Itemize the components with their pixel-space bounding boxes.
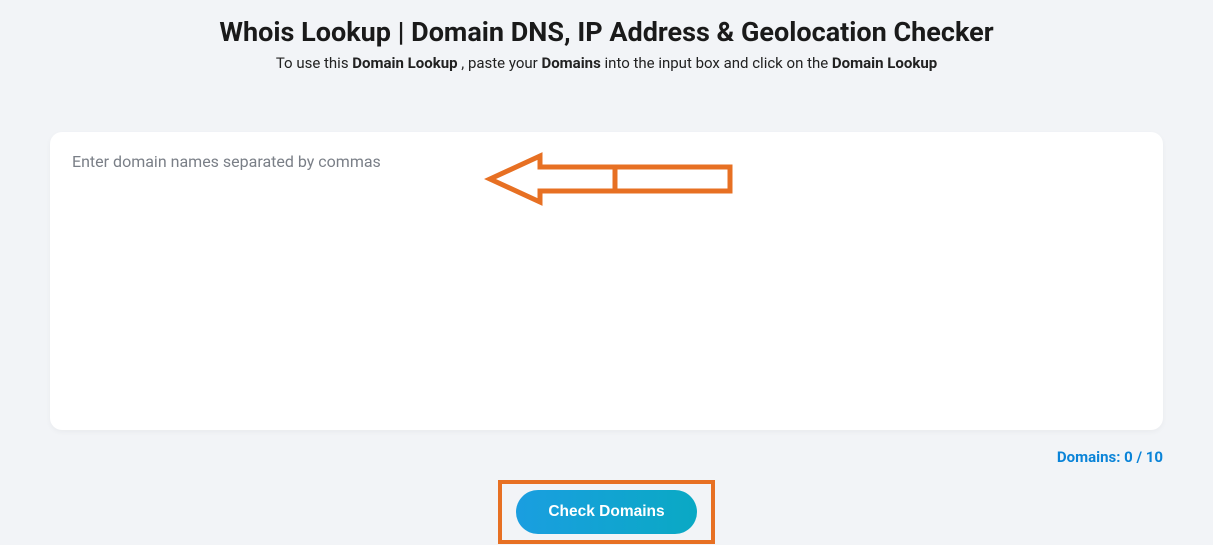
subtitle-bold: Domains [541, 54, 600, 72]
check-domains-button[interactable]: Check Domains [516, 490, 696, 534]
subtitle-text: into the input box and click on the [601, 54, 832, 72]
subtitle-bold: Domain Lookup [352, 54, 457, 72]
button-highlight-box: Check Domains [498, 480, 714, 544]
subtitle-text: , paste your [458, 54, 542, 72]
subtitle-bold: Domain Lookup [832, 54, 937, 72]
page-title: Whois Lookup | Domain DNS, IP Address & … [50, 16, 1163, 48]
domain-input[interactable] [50, 132, 1163, 430]
page-subtitle: To use this Domain Lookup , paste your D… [50, 54, 1163, 72]
subtitle-text: To use this [276, 54, 352, 72]
domain-counter: Domains: 0 / 10 [50, 448, 1163, 466]
